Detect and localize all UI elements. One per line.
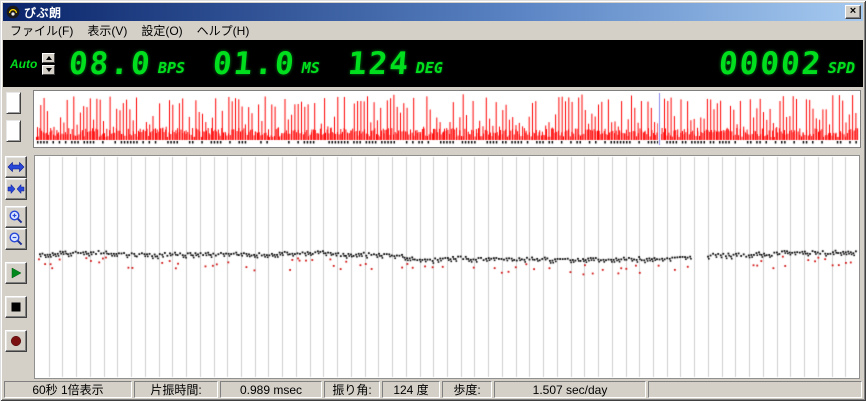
status-empty-panel	[648, 381, 862, 398]
status-beat-time-value: 0.989 msec	[220, 381, 322, 398]
sample-counter-unit: SPD	[827, 58, 855, 77]
auto-spinner	[42, 52, 56, 75]
status-rate-label: 歩度:	[442, 381, 492, 398]
scroll-horizontal-button[interactable]	[5, 156, 27, 178]
sample-counter-value: 00002	[717, 45, 824, 82]
play-icon	[11, 267, 22, 279]
status-amplitude-label: 振り角:	[324, 381, 380, 398]
zoom-in-button[interactable]	[5, 206, 27, 228]
stop-icon	[11, 302, 21, 312]
auto-mode-label: Auto	[10, 56, 38, 71]
menu-file[interactable]: ファイル(F)	[3, 20, 80, 41]
spin-up-button[interactable]	[42, 52, 56, 63]
menu-help[interactable]: ヘルプ(H)	[190, 20, 257, 41]
rate-trace-plot	[34, 155, 860, 379]
stop-button[interactable]	[5, 296, 27, 318]
amplitude-readout: 124 DEG	[346, 45, 443, 82]
status-rate-value: 1.507 sec/day	[494, 381, 646, 398]
sample-counter-readout: 00002 SPD	[717, 45, 855, 82]
spin-down-button[interactable]	[42, 64, 56, 75]
app-window: びぶ朗 × ファイル(F) 表示(V) 設定(O) ヘルプ(H) Auto 08…	[0, 0, 866, 401]
waveform-canvas	[34, 91, 860, 147]
menu-bar: ファイル(F) 表示(V) 設定(O) ヘルプ(H)	[3, 21, 863, 40]
beat-error-readout: 01.0 MS	[211, 45, 320, 82]
menu-view[interactable]: 表示(V)	[80, 20, 134, 41]
chevron-up-icon	[45, 55, 52, 60]
zoom-out-button[interactable]	[5, 228, 27, 250]
wave-channel-button-top[interactable]	[6, 92, 21, 114]
auto-mode-block: Auto	[10, 52, 56, 75]
chevron-down-icon	[45, 67, 52, 72]
app-icon	[6, 5, 20, 19]
bps-unit: BPS	[157, 58, 186, 77]
bps-readout: 08.0 BPS	[67, 45, 186, 82]
led-readouts: 08.0 BPS 01.0 MS 124 DEG	[67, 45, 443, 82]
beat-error-value: 01.0	[211, 45, 298, 82]
menu-settings[interactable]: 設定(O)	[134, 20, 189, 41]
rate-trace-canvas	[35, 156, 859, 378]
play-button[interactable]	[5, 262, 27, 284]
arrows-inward-icon	[7, 183, 25, 195]
zoom-in-icon	[9, 210, 23, 224]
title-bar: びぶ朗 ×	[3, 3, 863, 21]
close-button[interactable]: ×	[845, 5, 861, 19]
record-icon	[10, 335, 22, 347]
zoom-out-icon	[9, 232, 23, 246]
bps-value: 08.0	[67, 45, 154, 82]
status-beat-time-label: 片振時間:	[134, 381, 218, 398]
status-bar: 60秒 1倍表示 片振時間: 0.989 msec 振り角: 124 度 歩度:…	[3, 380, 863, 398]
amplitude-unit: DEG	[415, 58, 443, 77]
left-right-arrow-icon	[7, 161, 25, 173]
record-button[interactable]	[5, 330, 27, 352]
led-display-panel: Auto 08.0 BPS 01.0 MS 124 DEG 00002 SPD	[3, 40, 863, 87]
waveform-display	[33, 90, 861, 148]
wave-channel-button-bottom[interactable]	[6, 120, 21, 142]
amplitude-value: 124	[346, 45, 412, 82]
status-display-mode: 60秒 1倍表示	[4, 381, 132, 398]
status-amplitude-value: 124 度	[382, 381, 440, 398]
fit-horizontal-button[interactable]	[5, 178, 27, 200]
window-title: びぶ朗	[24, 5, 62, 20]
beat-error-unit: MS	[301, 58, 320, 77]
